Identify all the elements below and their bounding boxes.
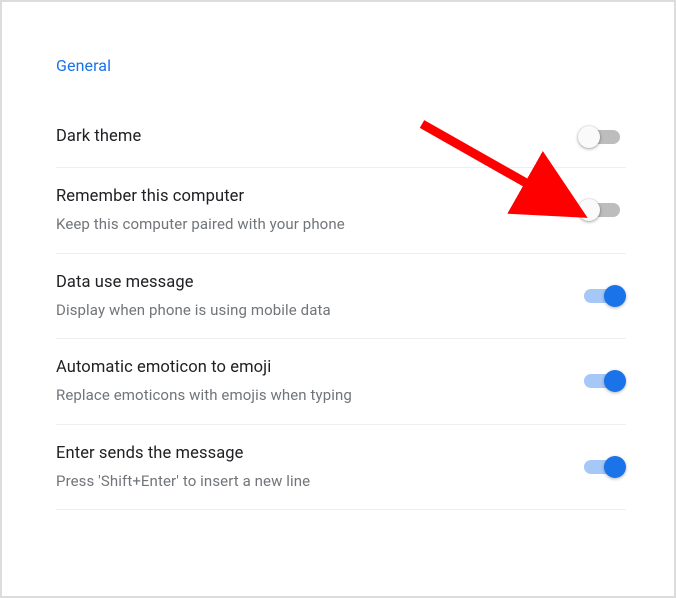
- setting-row-remember-computer: Remember this computer Keep this compute…: [56, 168, 626, 254]
- setting-title: Data use message: [56, 272, 558, 294]
- section-title-general: General: [56, 56, 626, 75]
- setting-subtitle: Press 'Shift+Enter' to insert a new line: [56, 471, 558, 491]
- setting-title: Automatic emoticon to emoji: [56, 357, 558, 379]
- setting-row-dark-theme: Dark theme: [56, 107, 626, 168]
- setting-subtitle: Display when phone is using mobile data: [56, 300, 558, 320]
- toggle-enter-sends[interactable]: [578, 455, 626, 479]
- setting-subtitle: Replace emoticons with emojis when typin…: [56, 385, 558, 405]
- setting-title: Dark theme: [56, 126, 558, 148]
- toggle-auto-emoticon[interactable]: [578, 369, 626, 393]
- setting-subtitle: Keep this computer paired with your phon…: [56, 214, 558, 234]
- setting-title: Enter sends the message: [56, 443, 558, 465]
- setting-row-enter-sends: Enter sends the message Press 'Shift+Ent…: [56, 425, 626, 511]
- setting-row-auto-emoticon: Automatic emoticon to emoji Replace emot…: [56, 339, 626, 425]
- toggle-dark-theme[interactable]: [578, 125, 626, 149]
- setting-row-data-use-message: Data use message Display when phone is u…: [56, 254, 626, 340]
- toggle-data-use-message[interactable]: [578, 284, 626, 308]
- toggle-remember-computer[interactable]: [578, 198, 626, 222]
- settings-panel: General Dark theme Remember this compute…: [2, 2, 674, 510]
- setting-title: Remember this computer: [56, 186, 558, 208]
